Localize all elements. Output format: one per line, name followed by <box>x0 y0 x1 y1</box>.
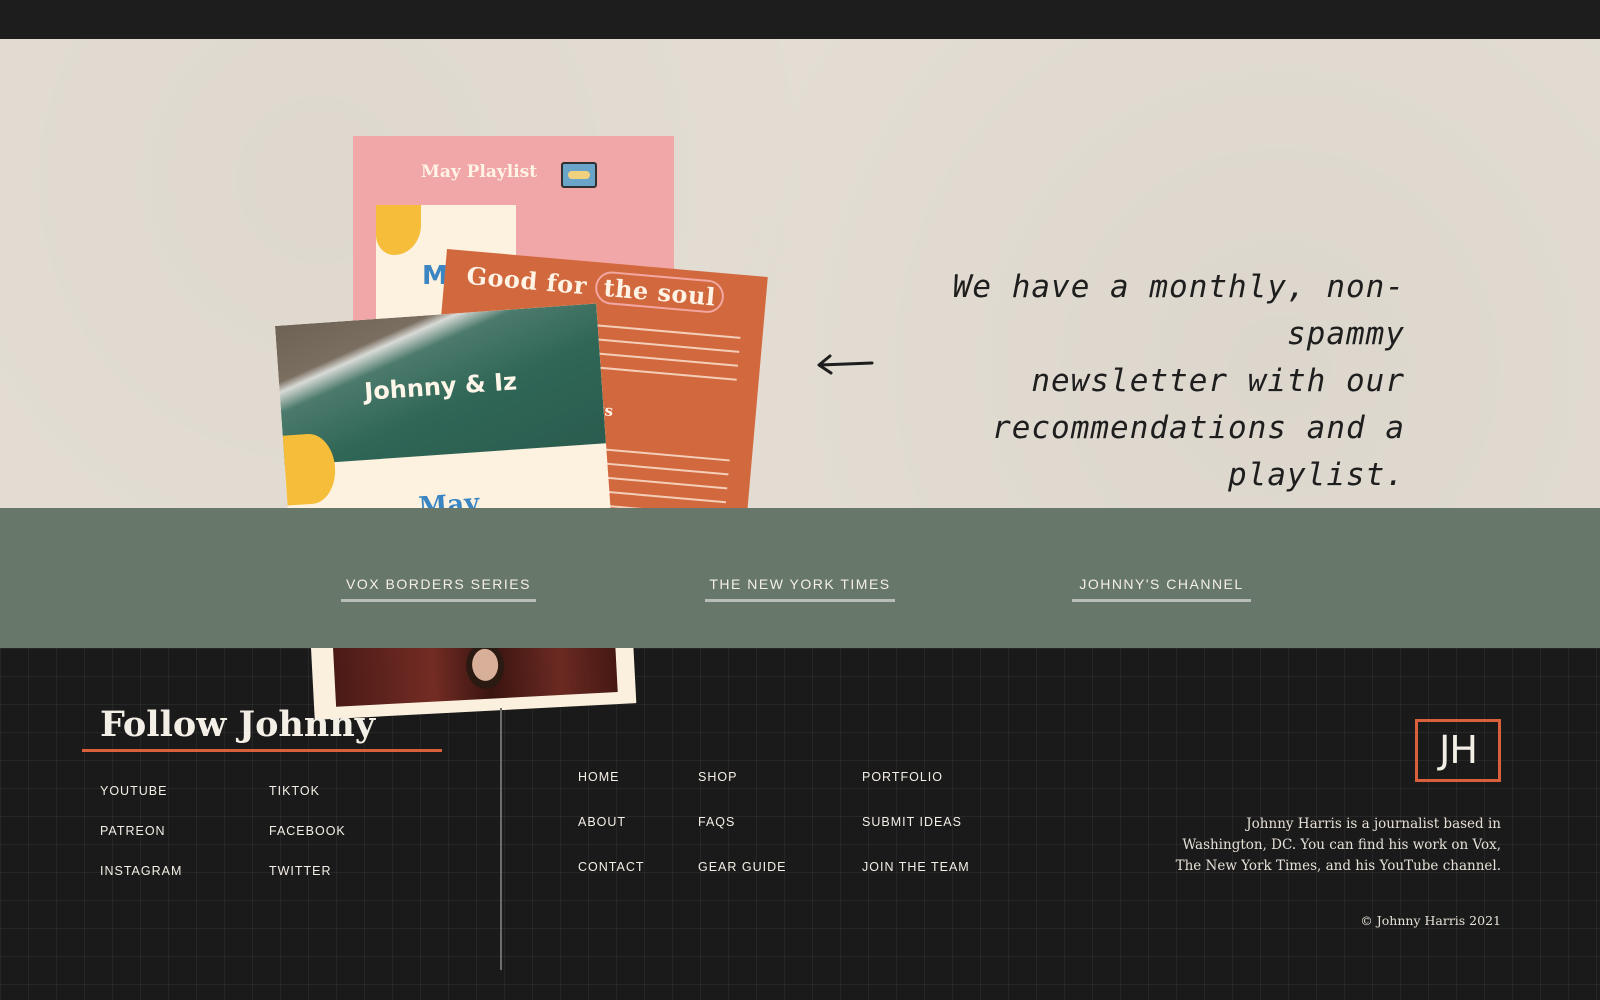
nav-contact-link[interactable]: CONTACT <box>578 860 645 874</box>
arrow-left-icon <box>817 354 874 375</box>
newsletter-line: recommendations and a playlist. <box>992 410 1405 493</box>
may-label: May <box>417 488 481 508</box>
instagram-link[interactable]: INSTAGRAM <box>100 864 182 878</box>
nav-faqs-link[interactable]: FAQS <box>698 815 735 829</box>
portrait-photo <box>332 648 618 707</box>
tiktok-link[interactable]: TIKTOK <box>269 784 320 798</box>
nav-about-link[interactable]: ABOUT <box>578 815 626 829</box>
vox-borders-series-link[interactable]: VOX BORDERS SERIES <box>341 572 536 602</box>
nav-home-link[interactable]: HOME <box>578 770 620 784</box>
new-york-times-link[interactable]: THE NEW YORK TIMES <box>705 572 895 602</box>
patreon-link[interactable]: PATREON <box>100 824 166 838</box>
nav-submit-ideas-link[interactable]: SUBMIT IDEAS <box>862 815 962 829</box>
newsletter-hero: May Playlist Ma Good for the soul ings J… <box>0 39 1600 508</box>
nav-portfolio-link[interactable]: PORTFOLIO <box>862 770 943 784</box>
cassette-icon <box>561 162 597 188</box>
press-links-band: VOX BORDERS SERIES THE NEW YORK TIMES JO… <box>0 508 1600 648</box>
title-part: Good for <box>465 260 598 302</box>
newsletter-text[interactable]: We have a monthly, non-spammy newsletter… <box>870 264 1405 499</box>
heading-underline <box>82 749 442 752</box>
may-playlist-title: May Playlist <box>421 162 538 182</box>
nav-join-the-team-link[interactable]: JOIN THE TEAM <box>862 860 970 874</box>
nav-gear-guide-link[interactable]: GEAR GUIDE <box>698 860 787 874</box>
title-highlight: the soul <box>594 270 725 315</box>
yellow-blob-shape <box>376 205 421 255</box>
footer-divider <box>500 708 502 970</box>
johnny-and-iz-card: Johnny & Iz May <box>275 303 613 508</box>
follow-johnny-heading: Follow Johnny <box>100 704 376 745</box>
nav-shop-link[interactable]: SHOP <box>698 770 737 784</box>
facebook-link[interactable]: FACEBOOK <box>269 824 346 838</box>
johnnys-channel-link[interactable]: JOHNNY'S CHANNEL <box>1072 572 1251 602</box>
footer: Follow Johnny YOUTUBE TIKTOK PATREON FAC… <box>0 648 1600 1000</box>
youtube-link[interactable]: YOUTUBE <box>100 784 167 798</box>
bio-text: Johnny Harris is a journalist based in W… <box>1175 816 1501 874</box>
newsletter-line: We have a monthly, non-spammy <box>952 269 1405 352</box>
jh-logo[interactable]: JH <box>1415 719 1501 782</box>
top-bar <box>0 0 1600 39</box>
twitter-link[interactable]: TWITTER <box>269 864 332 878</box>
newsletter-line: newsletter with our <box>1031 363 1405 399</box>
copyright-text: © Johnny Harris 2021 <box>1360 913 1501 928</box>
